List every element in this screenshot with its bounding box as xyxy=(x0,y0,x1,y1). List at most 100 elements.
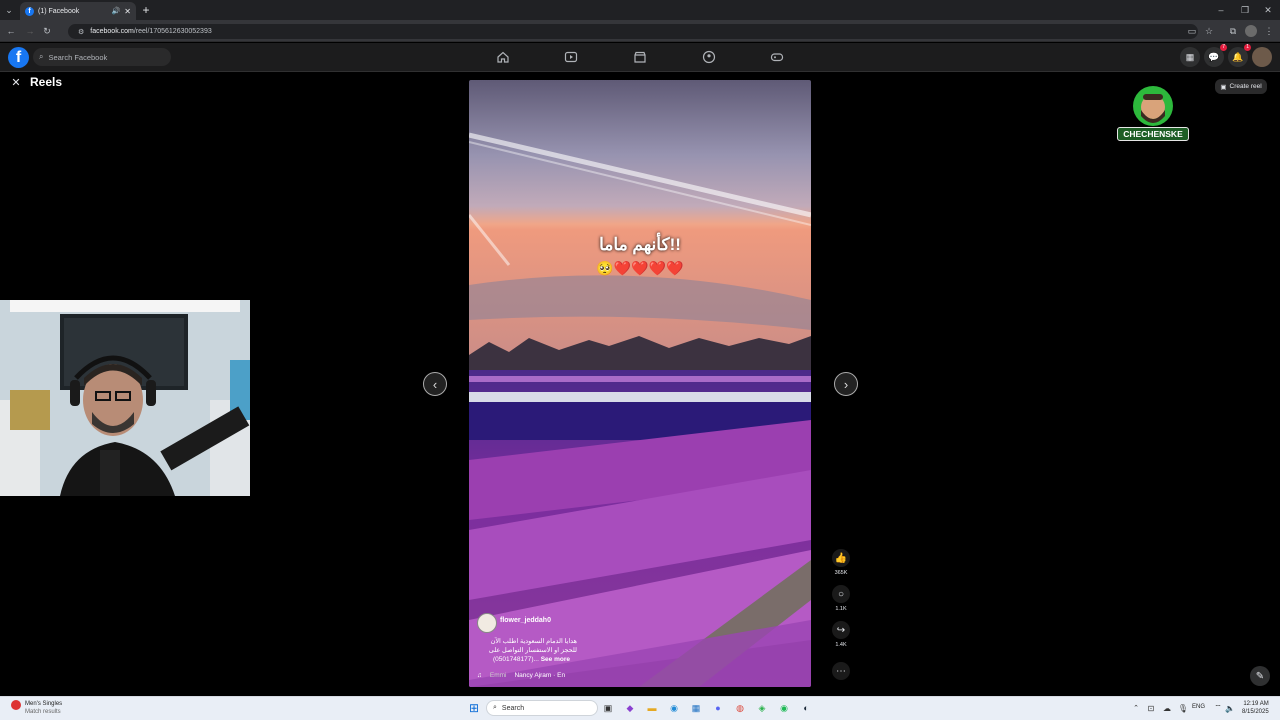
edge-browser-icon[interactable]: ◉ xyxy=(666,700,682,716)
share-icon[interactable]: ↪ xyxy=(832,621,850,639)
marketplace-nav-icon[interactable] xyxy=(633,50,647,64)
widget-subtitle: Match results xyxy=(25,709,61,715)
like-count: 365K xyxy=(834,570,848,576)
reel-video[interactable]: كأنهم ماما!! 🥺❤️❤️❤️❤️ flower_jeddah0 هد… xyxy=(469,80,811,687)
video-nav-icon[interactable] xyxy=(564,50,578,64)
author-avatar[interactable] xyxy=(477,613,497,633)
create-reel-button[interactable]: ▣ Create reel xyxy=(1215,79,1267,94)
tab-search-chevron-icon[interactable]: ⌄ xyxy=(3,4,15,16)
address-bar[interactable]: ⚙ facebook.com /reel/1705612630052393 xyxy=(68,24,1198,39)
music-prefix: Emmi xyxy=(489,672,507,679)
clock-date: 8/15/2025 xyxy=(1242,709,1269,715)
url-domain: facebook.com xyxy=(90,28,134,35)
channel-logo: CHECHENSKE xyxy=(1115,80,1191,150)
music-title: Nancy Ajram · En xyxy=(514,672,566,679)
reload-icon[interactable]: ↻ xyxy=(41,25,53,37)
taskbar-search-label: Search xyxy=(501,704,525,712)
caption-line-1: هدايا الدمام السعودية اطلب الآن xyxy=(490,638,577,645)
compose-edit-icon[interactable]: ✎ xyxy=(1250,666,1270,686)
create-reel-label: Create reel xyxy=(1229,83,1262,90)
site-info-icon[interactable]: ⚙ xyxy=(78,28,84,36)
facebook-logo[interactable]: f xyxy=(8,47,29,68)
more-options-icon[interactable]: ⋯ xyxy=(832,662,850,680)
store-app-icon[interactable]: ▦ xyxy=(688,700,704,716)
facebook-search[interactable]: ⌕ Search Facebook xyxy=(33,48,171,66)
messenger-badge: 7 xyxy=(1220,44,1227,51)
clock-time: 12:19 AM xyxy=(1243,701,1269,707)
comment-icon[interactable]: ○ xyxy=(832,585,850,603)
see-more-link[interactable]: See more xyxy=(541,656,570,663)
copilot-app-icon[interactable]: ◆ xyxy=(622,700,638,716)
caption-line-3: (0501748177)... xyxy=(493,656,539,663)
comment-count: 1.1K xyxy=(835,606,847,612)
tab-title: (1) Facebook xyxy=(38,7,80,15)
chevron-left-icon: ‹ xyxy=(432,376,438,392)
account-avatar[interactable] xyxy=(1252,47,1272,67)
new-tab-icon[interactable]: + xyxy=(140,3,152,17)
menu-grid-icon[interactable]: ▦ xyxy=(1180,47,1200,67)
forward-icon[interactable]: → xyxy=(24,25,36,37)
tray-overflow-icon[interactable]: ⌃ xyxy=(1128,700,1144,716)
file-explorer-icon[interactable]: ▬ xyxy=(644,700,660,716)
reel-caption: هدايا الدمام السعودية اطلب الآن للحجز او… xyxy=(477,637,577,664)
share-action[interactable]: ↪ 1.4K xyxy=(830,621,852,648)
gaming-nav-icon[interactable] xyxy=(770,50,784,64)
tray-mic-icon[interactable]: 🎙 xyxy=(1175,700,1191,716)
tab-close-icon[interactable]: ✕ xyxy=(124,7,131,16)
comment-action[interactable]: ○ 1.1K xyxy=(830,585,852,612)
language-indicator[interactable]: ENG xyxy=(1192,704,1205,710)
reel-music[interactable]: ♫ Emmi Nancy Ajram · En xyxy=(477,672,565,679)
page-title: Reels xyxy=(30,75,63,89)
like-icon[interactable]: 👍 xyxy=(832,549,850,567)
search-placeholder: Search Facebook xyxy=(48,52,108,62)
browser-menu-icon[interactable]: ⋮ xyxy=(1264,25,1274,37)
window-close-icon[interactable]: ✕ xyxy=(1262,4,1274,16)
chevron-right-icon: › xyxy=(843,376,849,392)
channel-logo-text: CHECHENSKE xyxy=(1117,127,1189,141)
facebook-favicon-icon: f xyxy=(25,6,34,16)
task-view-icon[interactable]: ▣ xyxy=(600,700,616,716)
maximize-icon[interactable]: ❐ xyxy=(1239,4,1251,16)
browser-tab[interactable]: f (1) Facebook 🔊 ✕ xyxy=(20,2,136,20)
news-widget[interactable]: Men's Singles Match results xyxy=(25,700,62,716)
clock[interactable]: 12:19 AM 8/15/2025 xyxy=(1242,700,1269,716)
extensions-icon[interactable]: ⧉ xyxy=(1227,25,1239,37)
speaker-icon[interactable]: 🔊 xyxy=(112,7,121,15)
chrome-app-icon[interactable]: ◍ xyxy=(732,700,748,716)
url-path: /reel/1705612630052393 xyxy=(133,28,212,35)
caption-line-2: للحجز او الاستفسار التواصل على xyxy=(488,647,577,654)
profile-avatar[interactable] xyxy=(1245,25,1257,37)
news-widget-icon[interactable] xyxy=(11,700,21,710)
widget-title: Men's Singles xyxy=(25,701,63,707)
minimize-icon[interactable]: – xyxy=(1215,4,1227,16)
previous-reel-button[interactable]: ‹ xyxy=(423,372,447,396)
more-action[interactable]: ⋯ xyxy=(830,662,852,680)
discord-app-icon[interactable]: ● xyxy=(710,700,726,716)
tray-network-app-icon[interactable]: ☁ xyxy=(1159,700,1175,716)
webcam-overlay xyxy=(0,300,250,496)
reel-overlay-emojis: 🥺❤️❤️❤️❤️ xyxy=(596,260,684,276)
tray-app-icon[interactable]: ⊡ xyxy=(1143,700,1159,716)
author-name[interactable]: flower_jeddah0 xyxy=(500,617,551,624)
bookmark-star-icon[interactable]: ☆ xyxy=(1203,25,1215,37)
search-icon: ⌕ xyxy=(39,52,44,61)
notifications-bell-icon[interactable]: 🔔 1 xyxy=(1228,44,1251,67)
messenger-icon[interactable]: 💬 7 xyxy=(1204,44,1227,67)
create-reel-icon: ▣ xyxy=(1220,83,1227,91)
back-icon[interactable]: ← xyxy=(5,25,17,37)
reel-overlay-text: كأنهم ماما!! xyxy=(599,235,681,254)
cast-icon[interactable]: ▭ xyxy=(1186,25,1198,37)
spotify-app-icon[interactable]: ◉ xyxy=(776,700,792,716)
like-action[interactable]: 👍 365K xyxy=(830,549,852,576)
home-nav-icon[interactable] xyxy=(496,50,510,64)
close-reels-icon[interactable]: ✕ xyxy=(10,76,22,89)
green-app-icon[interactable]: ◈ xyxy=(754,700,770,716)
notifications-badge: 1 xyxy=(1244,44,1251,51)
share-count: 1.4K xyxy=(835,642,847,648)
next-reel-button[interactable]: › xyxy=(834,372,858,396)
groups-nav-icon[interactable] xyxy=(702,50,716,64)
start-windows-icon[interactable]: ⊞ xyxy=(466,700,482,716)
taskbar-search[interactable]: ⌕ Search xyxy=(486,700,598,716)
steam-app-icon[interactable]: ◐ xyxy=(798,700,814,716)
volume-icon[interactable]: 🔈 xyxy=(1222,700,1238,716)
